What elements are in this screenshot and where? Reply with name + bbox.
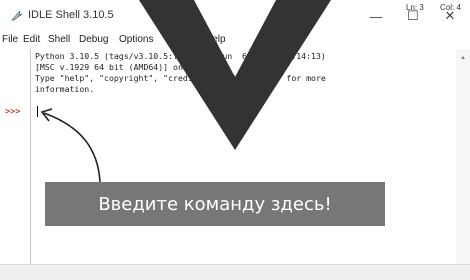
output-line: [MSC v.1929 64 bit (AMD64)] on win32 bbox=[35, 62, 213, 72]
text-cursor bbox=[37, 106, 38, 117]
scroll-up-icon[interactable]: ▲ bbox=[460, 55, 466, 61]
annotation-text: Введите команду здесь! bbox=[98, 193, 332, 215]
menu-edit[interactable]: Edit bbox=[23, 34, 40, 45]
menu-window[interactable]: Window bbox=[165, 34, 201, 45]
vertical-scrollbar[interactable] bbox=[456, 49, 470, 264]
shell-prompt: >>> bbox=[5, 107, 21, 117]
output-line: Type "help", "copyright", "credits" or "… bbox=[35, 73, 326, 83]
python-feather-icon bbox=[11, 10, 23, 21]
output-line: Python 3.10.5 (tags/v3.10.5:f377153, Jun… bbox=[35, 51, 326, 61]
title-bar: IDLE Shell 3.10.5 — ☐ ✕ bbox=[0, 0, 470, 32]
status-line-number: Ln: 3 bbox=[406, 3, 424, 12]
menu-bar: File Edit Shell Debug Options Window Hel… bbox=[0, 32, 470, 49]
status-bar bbox=[0, 264, 470, 280]
line-gutter bbox=[0, 49, 30, 264]
menu-help[interactable]: Help bbox=[205, 34, 226, 45]
menu-shell[interactable]: Shell bbox=[48, 34, 70, 45]
window-title: IDLE Shell 3.10.5 bbox=[28, 9, 114, 21]
annotation-banner: Введите команду здесь! bbox=[45, 182, 385, 226]
idle-shell-window: IDLE Shell 3.10.5 — ☐ ✕ File Edit Shell … bbox=[0, 0, 470, 280]
minimize-icon: — bbox=[369, 8, 383, 24]
minimize-button[interactable]: — bbox=[358, 4, 394, 28]
menu-debug[interactable]: Debug bbox=[79, 34, 108, 45]
status-column-number: Col: 4 bbox=[440, 3, 461, 12]
menu-file[interactable]: File bbox=[2, 34, 18, 45]
menu-options[interactable]: Options bbox=[119, 34, 153, 45]
output-line: information. bbox=[35, 84, 95, 94]
